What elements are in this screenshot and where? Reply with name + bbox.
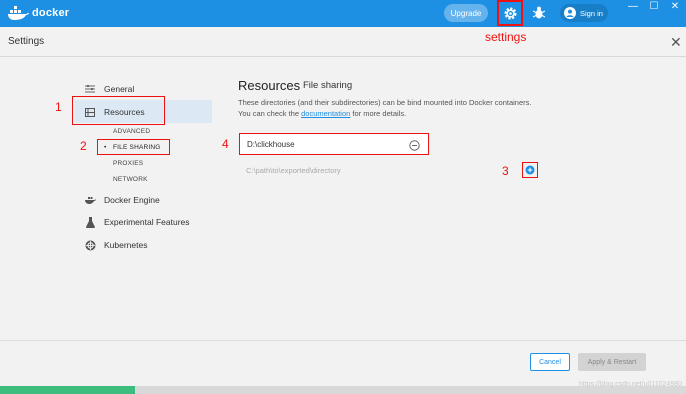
engine-status-indicator <box>0 386 135 394</box>
close-settings-button[interactable]: ✕ <box>670 34 682 51</box>
sidebar-subitem-file-sharing[interactable]: FILE SHARING <box>113 144 161 151</box>
annotation-3: 3 <box>502 164 509 178</box>
settings-annotation: settings <box>485 30 527 44</box>
sliders-icon <box>84 83 96 95</box>
sidebar-item-general[interactable]: General <box>84 83 134 95</box>
troubleshoot-button[interactable] <box>531 5 547 21</box>
bug-icon <box>532 6 546 19</box>
sidebar-subitem-file-sharing-bullet: • <box>104 144 107 151</box>
helm-icon <box>84 239 96 251</box>
whale-icon <box>84 194 96 206</box>
maximize-button[interactable]: ☐ <box>647 1 661 13</box>
footer-divider <box>0 340 686 341</box>
whale-icon <box>8 6 29 20</box>
upgrade-button[interactable]: Upgrade <box>444 4 488 22</box>
page-subtitle: File sharing <box>303 80 353 91</box>
add-directory-button[interactable] <box>522 162 538 178</box>
apply-restart-button: Apply & Restart <box>578 353 646 371</box>
annotation-4: 4 <box>222 137 229 151</box>
resources-highlight-box <box>72 96 165 125</box>
sidebar-subitem-network[interactable]: NETWORK <box>113 176 148 183</box>
docker-logo: docker <box>7 5 69 21</box>
new-directory-input[interactable]: C:\path\to\exported\directory <box>246 166 341 175</box>
sidebar-item-docker-engine[interactable]: Docker Engine <box>84 194 160 206</box>
sign-in-button[interactable]: Sign in <box>560 4 608 22</box>
flask-icon <box>84 216 96 228</box>
annotation-2: 2 <box>80 139 87 153</box>
page-title: Resources <box>238 78 301 93</box>
logo-text: docker <box>32 7 70 19</box>
sidebar-item-label: Kubernetes <box>104 240 148 250</box>
title-bar: docker Upgrade Sign in — ☐ ✕ <box>0 0 686 27</box>
shared-directory-path: D:\clickhouse <box>247 139 295 149</box>
settings-title: Settings <box>8 36 45 47</box>
shared-directory-row: D:\clickhouse <box>239 133 429 155</box>
close-window-button[interactable]: ✕ <box>668 1 682 13</box>
plus-circle-icon <box>525 165 535 175</box>
minimize-button[interactable]: — <box>626 1 640 13</box>
cancel-button[interactable]: Cancel <box>530 353 570 371</box>
documentation-link[interactable]: documentation <box>301 109 350 118</box>
description-suffix: for more details. <box>350 109 407 118</box>
sidebar-item-label: Experimental Features <box>104 217 190 227</box>
sidebar-item-label: Docker Engine <box>104 195 160 205</box>
annotation-1: 1 <box>55 100 62 114</box>
watermark: https://blog.csdn.net/u011024980 <box>578 381 682 388</box>
description-text: These directories (and their subdirector… <box>238 97 538 119</box>
sidebar-subitem-proxies[interactable]: PROXIES <box>113 160 143 167</box>
minus-circle-icon <box>409 140 420 151</box>
sidebar-item-experimental-features[interactable]: Experimental Features <box>84 216 190 228</box>
gear-icon <box>504 7 517 19</box>
remove-directory-button[interactable] <box>409 138 420 151</box>
settings-header: Settings <box>0 27 686 57</box>
sign-in-label: Sign in <box>580 8 603 18</box>
sidebar-subitem-advanced[interactable]: ADVANCED <box>113 128 150 135</box>
user-icon <box>564 7 576 19</box>
sidebar-item-label: General <box>104 84 135 94</box>
sidebar-item-kubernetes[interactable]: Kubernetes <box>84 239 147 251</box>
settings-button[interactable] <box>500 2 521 24</box>
